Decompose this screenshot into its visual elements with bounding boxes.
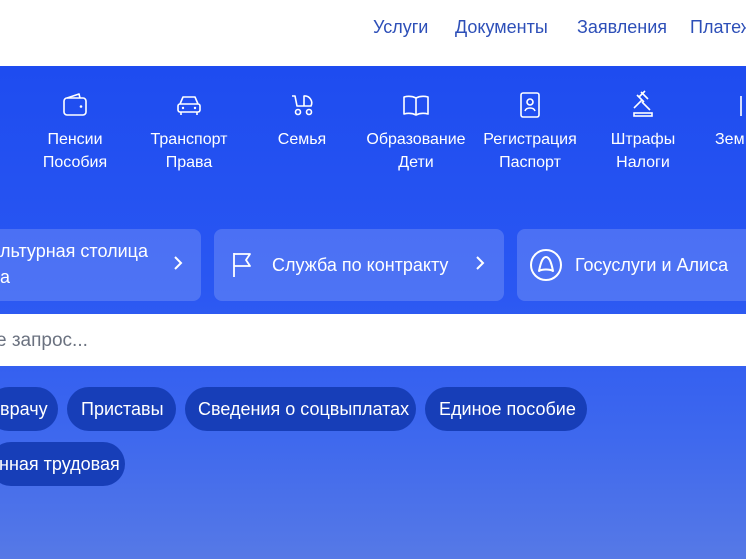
category-label-line1: Зем <box>715 131 745 148</box>
alice-icon <box>530 249 562 281</box>
chip-unified-benefit[interactable]: Единое пособие <box>425 387 587 431</box>
category-label-line1: Транспорт <box>150 131 228 148</box>
gavel-icon <box>633 90 653 117</box>
nav-link-services[interactable]: Услуги <box>373 17 428 38</box>
category-label-line1: Штрафы <box>610 131 676 148</box>
category-label-line2: Налоги <box>616 154 670 171</box>
category-label-line2: Права <box>165 154 213 171</box>
category-education[interactable]: Образование Дети <box>361 90 471 174</box>
category-label-line1: Пенсии <box>47 131 103 148</box>
category-label-line1: Образование <box>366 131 466 148</box>
flag-icon <box>233 253 251 277</box>
category-registration[interactable]: Регистрация Паспорт <box>475 90 585 174</box>
wallet-icon <box>63 93 87 116</box>
chip-social-payments[interactable]: Сведения о соцвыплатах <box>185 387 416 431</box>
nav-link-payments[interactable]: Платеж <box>690 17 746 38</box>
hero-section: Пенсии Пособия Транспорт Права Семья Обр… <box>0 66 746 559</box>
chevron-right-icon <box>174 256 183 270</box>
category-label-line2: Паспорт <box>499 154 561 171</box>
book-icon <box>403 95 429 116</box>
land-icon <box>740 96 742 116</box>
category-label-line2: Дети <box>398 154 434 171</box>
top-navigation: Услуги Документы Заявления Платеж <box>0 0 746 66</box>
passport-icon <box>520 92 540 118</box>
category-label-line2: Пособия <box>42 154 108 171</box>
promo-title-line2: а <box>0 267 11 287</box>
promo-title: Госуслуги и Алиса <box>575 255 729 275</box>
chip-electronic-workbook[interactable]: нная трудовая <box>0 442 125 486</box>
chip-bailiffs[interactable]: Приставы <box>67 387 176 431</box>
category-land[interactable]: Зем <box>700 90 746 151</box>
car-icon <box>177 96 201 115</box>
chevron-right-icon <box>476 256 485 270</box>
promo-title-line1: льтурная столица <box>0 241 148 261</box>
category-transport[interactable]: Транспорт Права <box>134 90 244 174</box>
stroller-icon <box>292 95 313 116</box>
promo-contract-service[interactable]: Служба по контракту <box>214 229 504 301</box>
chip-doctor[interactable]: врачу <box>0 387 58 431</box>
category-label-line1: Семья <box>277 131 327 148</box>
promo-gosuslugi-alice[interactable]: Госуслуги и Алиса <box>517 229 746 301</box>
nav-link-applications[interactable]: Заявления <box>577 17 667 38</box>
category-family[interactable]: Семья <box>247 90 357 151</box>
category-label-line1: Регистрация <box>483 131 577 148</box>
promo-culture-capital[interactable]: льтурная столица а <box>0 229 201 301</box>
search-bar <box>0 314 746 366</box>
category-pensions[interactable]: Пенсии Пособия <box>20 90 130 174</box>
promo-title: Служба по контракту <box>272 255 449 275</box>
search-input[interactable] <box>0 330 736 352</box>
nav-link-documents[interactable]: Документы <box>455 17 548 38</box>
category-fines[interactable]: Штрафы Налоги <box>588 90 698 174</box>
